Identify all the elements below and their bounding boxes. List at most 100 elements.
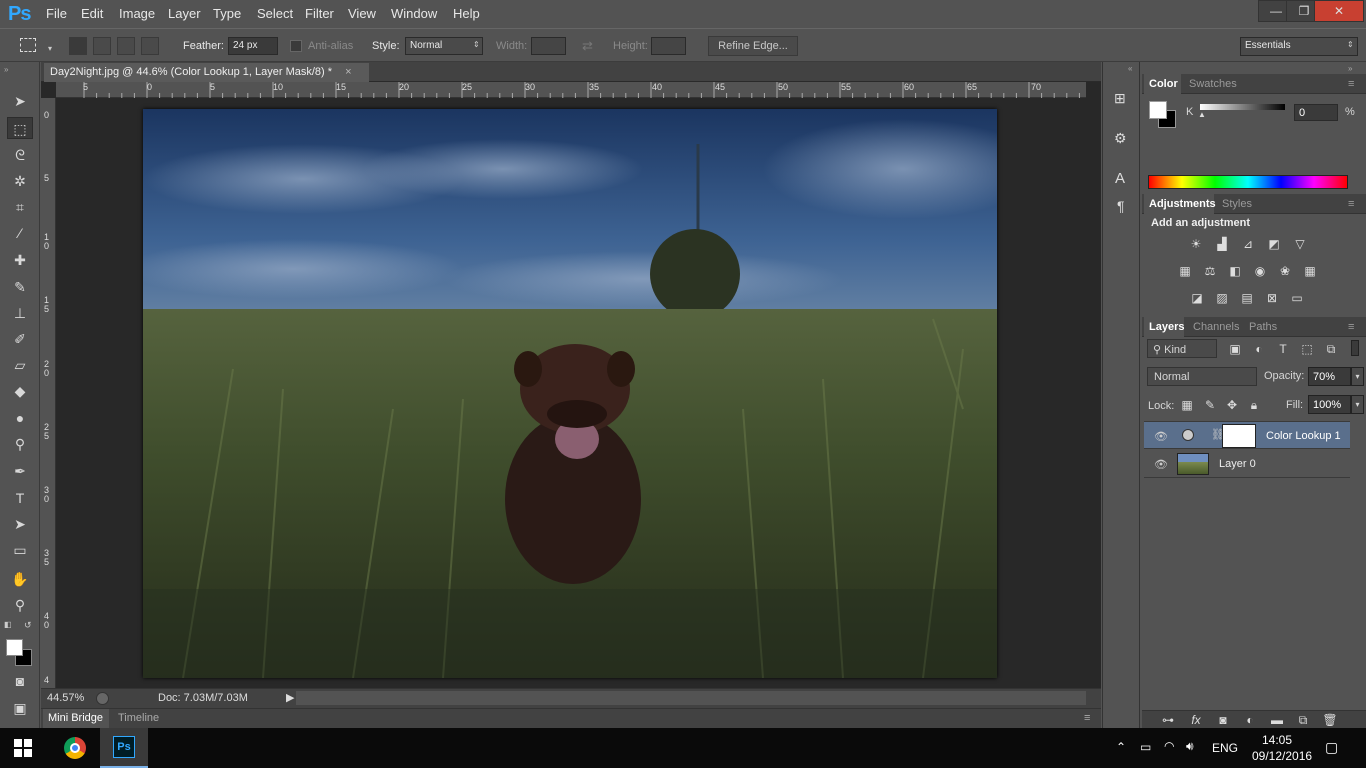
- new-selection-icon[interactable]: [69, 37, 87, 55]
- menu-type[interactable]: Type: [213, 6, 241, 21]
- menu-help[interactable]: Help: [453, 6, 480, 21]
- new-adjustment-icon[interactable]: ◐: [1242, 713, 1258, 727]
- menu-filter[interactable]: Filter: [305, 6, 334, 21]
- trash-icon[interactable]: 🗑︎: [1322, 713, 1338, 727]
- vibrance-icon[interactable]: ▽: [1292, 237, 1308, 251]
- layer-name[interactable]: Color Lookup 1: [1266, 430, 1341, 442]
- filter-adjustment-icon[interactable]: ◐: [1251, 342, 1267, 356]
- document-image[interactable]: [143, 109, 997, 678]
- fill-input[interactable]: 100%: [1308, 395, 1351, 414]
- subtract-selection-icon[interactable]: [117, 37, 135, 55]
- black-white-icon[interactable]: ◧: [1227, 264, 1243, 278]
- panel-menu-icon[interactable]: ≡: [1084, 712, 1090, 724]
- chevron-down-icon[interactable]: ▾: [48, 44, 52, 53]
- close-tab-icon[interactable]: ×: [345, 66, 351, 78]
- chevron-up-icon[interactable]: ⌃: [1116, 740, 1126, 754]
- history-brush-icon[interactable]: ✐: [7, 328, 33, 350]
- menu-window[interactable]: Window: [391, 6, 437, 21]
- menu-view[interactable]: View: [348, 6, 376, 21]
- path-selection-icon[interactable]: ➤: [7, 513, 33, 535]
- layer-row-layer-0[interactable]: 👁︎ Layer 0: [1144, 450, 1350, 478]
- tab-mini-bridge[interactable]: Mini Bridge: [48, 712, 103, 724]
- menu-file[interactable]: File: [46, 6, 67, 21]
- hand-tool-icon[interactable]: ✋: [7, 568, 33, 590]
- levels-icon[interactable]: ▟: [1214, 237, 1230, 251]
- brightness-icon[interactable]: ☀: [1188, 237, 1204, 251]
- expand-panels-icon[interactable]: «: [1128, 64, 1132, 73]
- lock-transparent-icon[interactable]: ▦: [1179, 398, 1195, 412]
- lock-pixels-icon[interactable]: ✎: [1202, 398, 1218, 412]
- dodge-tool-icon[interactable]: ⚲: [7, 433, 33, 455]
- chrome-icon[interactable]: [64, 737, 86, 759]
- tab-adjustments[interactable]: Adjustments: [1149, 198, 1216, 210]
- move-tool-icon[interactable]: ➤: [7, 90, 33, 112]
- filter-pixel-icon[interactable]: ▣: [1227, 342, 1243, 356]
- paint-bucket-icon[interactable]: ◆: [7, 380, 33, 402]
- tab-paths[interactable]: Paths: [1249, 321, 1277, 333]
- hue-saturation-icon[interactable]: ▦: [1177, 264, 1193, 278]
- workspace-select[interactable]: Essentials: [1240, 37, 1358, 56]
- exposure-icon[interactable]: ◩: [1266, 237, 1282, 251]
- opacity-input[interactable]: 70%: [1308, 367, 1351, 386]
- color-fg-swatch[interactable]: [1149, 101, 1167, 119]
- rectangle-tool-icon[interactable]: ▭: [7, 539, 33, 561]
- tab-styles[interactable]: Styles: [1222, 198, 1252, 210]
- wifi-icon[interactable]: ◠: [1164, 739, 1174, 753]
- paragraph-icon[interactable]: ¶: [1117, 198, 1125, 214]
- crop-tool-icon[interactable]: ⌗: [7, 196, 33, 218]
- brush-tool-icon[interactable]: ✎: [7, 276, 33, 298]
- style-select[interactable]: Normal: [405, 37, 483, 55]
- gradient-map-icon[interactable]: ▭: [1289, 291, 1305, 305]
- selective-color-icon[interactable]: ⊠: [1264, 291, 1280, 305]
- lasso-tool-icon[interactable]: ᘓ: [7, 144, 33, 166]
- color-lookup-icon[interactable]: ▦: [1302, 264, 1318, 278]
- properties-icon[interactable]: ⚙: [1114, 130, 1127, 147]
- threshold-icon[interactable]: ▤: [1239, 291, 1255, 305]
- windows-start-icon[interactable]: [14, 739, 32, 757]
- lock-all-icon[interactable]: 🔒︎: [1246, 398, 1262, 412]
- foreground-color-swatch[interactable]: [6, 639, 23, 656]
- tab-timeline[interactable]: Timeline: [118, 712, 159, 724]
- tab-layers[interactable]: Layers: [1149, 321, 1184, 333]
- visibility-eye-icon[interactable]: 👁︎: [1154, 430, 1168, 443]
- color-spectrum[interactable]: [1148, 175, 1348, 189]
- layer-filter-select[interactable]: ⚲ Kind: [1147, 339, 1217, 358]
- filter-smart-icon[interactable]: ⧉: [1323, 342, 1339, 356]
- layer-mask-thumbnail[interactable]: [1222, 424, 1256, 448]
- menu-select[interactable]: Select: [257, 6, 293, 21]
- blend-mode-select[interactable]: Normal: [1147, 367, 1257, 386]
- width-input[interactable]: [531, 37, 566, 55]
- notifications-icon[interactable]: ▢: [1325, 739, 1338, 756]
- add-selection-icon[interactable]: [93, 37, 111, 55]
- language-indicator[interactable]: ENG: [1212, 741, 1238, 755]
- type-tool-icon[interactable]: T: [7, 487, 33, 509]
- adjustments-menu-icon[interactable]: ≡: [1348, 198, 1354, 210]
- zoom-tool-icon[interactable]: ⚲: [7, 594, 33, 616]
- history-icon[interactable]: ⊞: [1114, 90, 1126, 107]
- invert-icon[interactable]: ◪: [1189, 291, 1205, 305]
- curves-icon[interactable]: ⊿: [1240, 237, 1256, 251]
- k-slider[interactable]: [1200, 104, 1285, 110]
- photo-filter-icon[interactable]: ◉: [1252, 264, 1268, 278]
- eyedropper-icon[interactable]: ⁄: [7, 222, 33, 244]
- layer-name[interactable]: Layer 0: [1219, 458, 1256, 470]
- close-button[interactable]: ✕: [1314, 0, 1364, 22]
- clone-stamp-icon[interactable]: ⊥: [7, 302, 33, 324]
- add-mask-icon[interactable]: ◙: [1215, 713, 1231, 727]
- layer-row-color-lookup[interactable]: 👁︎ ⛓ Color Lookup 1: [1144, 421, 1350, 449]
- posterize-icon[interactable]: ▨: [1214, 291, 1230, 305]
- swap-colors-icon[interactable]: ↺: [24, 620, 32, 631]
- color-balance-icon[interactable]: ⚖: [1202, 264, 1218, 278]
- filter-type-icon[interactable]: T: [1275, 342, 1291, 356]
- channel-mixer-icon[interactable]: ❀: [1277, 264, 1293, 278]
- screen-mode-icon[interactable]: ▣: [7, 697, 33, 719]
- clock-date[interactable]: 09/12/2016: [1252, 749, 1312, 763]
- fill-dropdown-icon[interactable]: ▾: [1351, 395, 1364, 414]
- healing-brush-icon[interactable]: ✚: [7, 249, 33, 271]
- eraser-icon[interactable]: ▱: [7, 354, 33, 376]
- filter-toggle[interactable]: [1351, 340, 1359, 356]
- antialias-checkbox[interactable]: [290, 40, 302, 52]
- swap-icon[interactable]: ⇄: [582, 38, 593, 54]
- status-menu-arrow-icon[interactable]: ▶: [286, 691, 294, 704]
- menu-image[interactable]: Image: [119, 6, 155, 21]
